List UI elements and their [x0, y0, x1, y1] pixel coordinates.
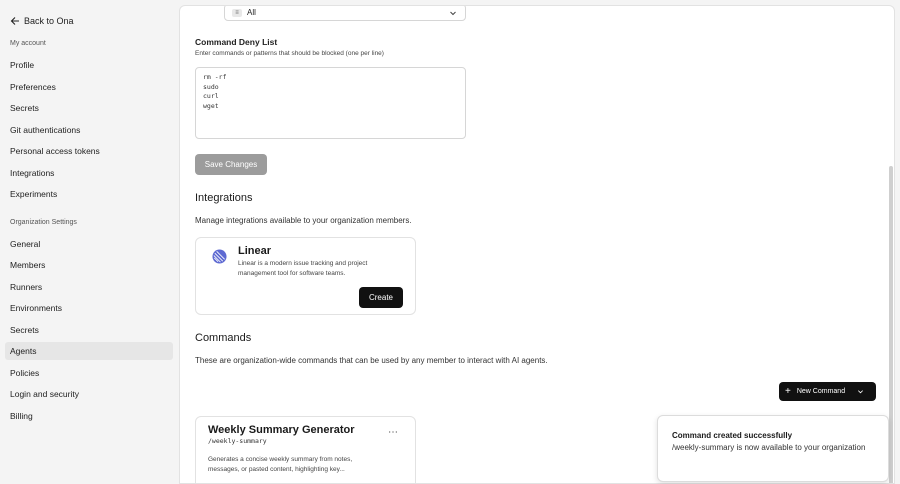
toast-message: /weekly-summary is now available to your…: [672, 443, 866, 452]
command-card[interactable]: Weekly Summary Generator /weekly-summary…: [195, 416, 416, 483]
sidebar-item-org-secrets[interactable]: Secrets: [5, 321, 173, 339]
sidebar-item-preferences[interactable]: Preferences: [5, 78, 173, 96]
tag-icon: ≡: [232, 8, 242, 17]
back-to-ona-link[interactable]: Back to Ona: [10, 14, 74, 28]
sidebar-item-policies[interactable]: Policies: [5, 364, 173, 382]
deny-list-subtitle: Enter commands or patterns that should b…: [195, 50, 384, 57]
new-command-label: New Command: [796, 388, 846, 395]
sidebar: Back to Ona My account Profile Preferenc…: [0, 0, 178, 484]
main-panel: ≡ All Command Deny List Enter commands o…: [179, 5, 895, 484]
sidebar-item-billing[interactable]: Billing: [5, 407, 173, 425]
my-account-label: My account: [10, 40, 46, 47]
sidebar-item-secrets[interactable]: Secrets: [5, 99, 173, 117]
command-description: Generates a concise weekly summary from …: [208, 456, 353, 473]
sidebar-item-environments[interactable]: Environments: [5, 299, 173, 317]
plus-icon: +: [785, 385, 791, 397]
scope-select[interactable]: ≡ All: [224, 6, 466, 21]
sidebar-item-runners[interactable]: Runners: [5, 278, 173, 296]
deny-list-title: Command Deny List: [195, 37, 278, 47]
linear-logo-icon: [212, 249, 227, 264]
commands-title: Commands: [195, 332, 252, 344]
commands-description: These are organization-wide commands tha…: [195, 356, 548, 365]
chevron-down-icon: [858, 390, 864, 394]
sidebar-item-agents[interactable]: Agents: [5, 342, 173, 360]
integrations-description: Manage integrations available to your or…: [195, 216, 412, 225]
sidebar-item-members[interactable]: Members: [5, 256, 173, 274]
sidebar-item-general[interactable]: General: [5, 235, 173, 253]
deny-list-textarea[interactable]: rm -rf sudo curl wget: [195, 67, 466, 139]
linear-name: Linear: [238, 245, 272, 257]
more-options-icon[interactable]: ⋯: [388, 427, 399, 438]
sidebar-item-personal-access-tokens[interactable]: Personal access tokens: [5, 142, 173, 160]
back-label: Back to Ona: [24, 16, 74, 26]
sidebar-item-git-authentications[interactable]: Git authentications: [5, 121, 173, 139]
toast-title: Command created successfully: [672, 431, 793, 440]
command-slug: /weekly-summary: [208, 437, 267, 445]
sidebar-item-login-and-security[interactable]: Login and security: [5, 385, 173, 403]
sidebar-item-profile[interactable]: Profile: [5, 56, 173, 74]
integrations-title: Integrations: [195, 192, 253, 204]
chevron-down-icon: [450, 11, 456, 16]
save-changes-button[interactable]: Save Changes: [195, 154, 267, 175]
scope-select-value: All: [247, 8, 256, 17]
sidebar-item-experiments[interactable]: Experiments: [5, 185, 173, 203]
scrollbar[interactable]: [889, 166, 893, 483]
command-name: Weekly Summary Generator: [208, 424, 355, 436]
create-integration-button[interactable]: Create: [359, 287, 403, 308]
linear-integration-card: Linear Linear is a modern issue tracking…: [195, 237, 416, 315]
linear-description: Linear is a modern issue tracking and pr…: [238, 260, 368, 277]
success-toast: Command created successfully /weekly-sum…: [657, 415, 889, 482]
new-command-button[interactable]: + New Command: [779, 382, 876, 401]
org-settings-label: Organization Settings: [10, 219, 77, 226]
sidebar-item-integrations[interactable]: Integrations: [5, 164, 173, 182]
arrow-left-icon: [10, 17, 19, 25]
